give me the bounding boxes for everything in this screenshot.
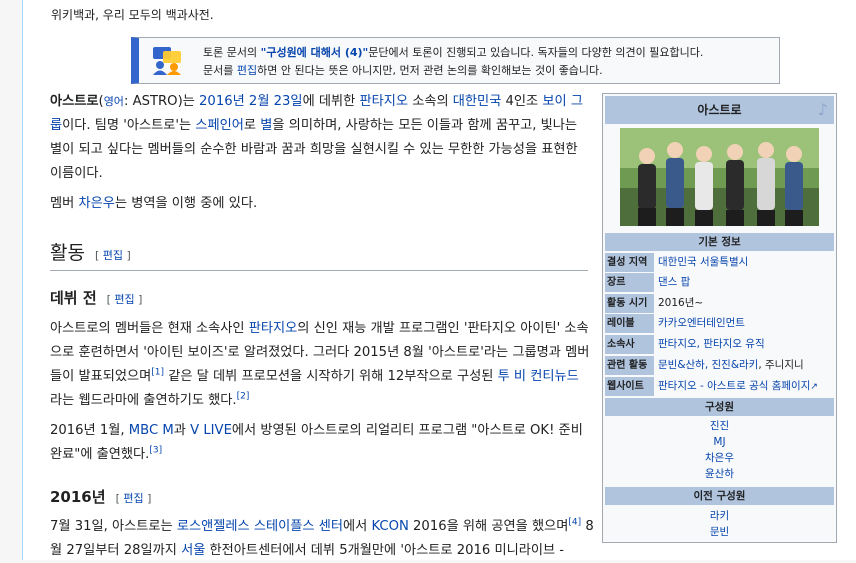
infobox-row-years: 활동 시기 2016년~ bbox=[605, 294, 834, 313]
infobox-row-label: 레이블 카카오엔터테인먼트 bbox=[605, 314, 834, 333]
infobox-basic-info-header: 기본 정보 bbox=[605, 233, 834, 251]
infobox: 아스트로 ♪ 기본 정보 결성 지역 대한민국 서울특별시 장르 댄스 팝 활동… bbox=[602, 93, 837, 543]
member-link[interactable]: 진진 bbox=[605, 418, 834, 434]
english-link[interactable]: 영어 bbox=[104, 95, 124, 108]
article-content: 위키백과, 우리 모두의 백과사전. 토론 문서의 "구성원에 대해서 (4)"… bbox=[22, 0, 856, 560]
korea-link[interactable]: 대한민국 bbox=[453, 94, 502, 109]
infobox-former-members-header: 이전 구성원 bbox=[605, 487, 834, 505]
infobox-former-members-list: 라키 문빈 bbox=[605, 508, 834, 540]
section-heading-predebut: 데뷔 전[ 편집 ] bbox=[50, 289, 143, 307]
mbc-m-link[interactable]: MBC M bbox=[129, 423, 174, 438]
reality-show-paragraph: 2016년 1월, MBC M과 V LIVE에서 방영된 아스트로의 리얼리티… bbox=[50, 423, 583, 462]
infobox-members-list: 진진 MJ 차은우 윤산하 bbox=[605, 418, 834, 482]
reference-1[interactable]: [1] bbox=[151, 368, 164, 378]
debut-date-link[interactable]: 2016년 2월 23일 bbox=[199, 94, 303, 109]
edit-section-predebut[interactable]: [ 편집 ] bbox=[107, 293, 143, 306]
fantagio-link-2[interactable]: 판타지오 bbox=[249, 321, 298, 336]
group-photo[interactable] bbox=[620, 128, 819, 226]
seoul-link[interactable]: 서울 bbox=[181, 543, 205, 558]
military-paragraph: 멤버 차은우는 병역을 이행 중에 있다. bbox=[50, 196, 258, 211]
article-subject: 아스트로 bbox=[50, 94, 99, 109]
section-heading-activity: 활동[ 편집 ] bbox=[50, 238, 588, 271]
fantagio-link[interactable]: 판타지오 bbox=[359, 94, 408, 109]
star-link[interactable]: 별 bbox=[260, 118, 272, 133]
spanish-link[interactable]: 스페인어 bbox=[195, 118, 244, 133]
infobox-members-header: 구성원 bbox=[605, 398, 834, 416]
infobox-row-website: 웹사이트 판타지오 - 아스트로 공식 홈페이지↗ bbox=[605, 377, 834, 396]
former-member-link[interactable]: 라키 bbox=[605, 508, 834, 524]
infobox-row-associated: 관련 활동 문빈&산하, 진진&라키, 주니지니 bbox=[605, 356, 834, 375]
to-be-continued-link[interactable]: 투 비 컨티뉴드 bbox=[498, 369, 579, 384]
intro-paragraph: 아스트로(영어: ASTRO)는 2016년 2월 23일에 데뷔한 판타지오 … bbox=[50, 94, 583, 181]
member-link[interactable]: 차은우 bbox=[605, 450, 834, 466]
infobox-row-agency: 소속사 판타지오, 판타지오 유직 bbox=[605, 335, 834, 354]
kcon-link[interactable]: KCON bbox=[371, 519, 408, 534]
music-note-icon: ♪ bbox=[817, 100, 828, 119]
predebut-paragraph: 아스트로의 멤버들은 현재 소속사인 판타지오의 신인 재능 개발 프로그램인 … bbox=[50, 321, 590, 408]
talk-section-link[interactable]: "구성원에 대해서 (4)" bbox=[261, 46, 369, 59]
reference-2[interactable]: [2] bbox=[237, 392, 250, 402]
reference-4[interactable]: [4] bbox=[568, 518, 581, 528]
external-link-icon: ↗ bbox=[810, 382, 818, 392]
infobox-row-genre: 장르 댄스 팝 bbox=[605, 273, 834, 292]
infobox-title: 아스트로 ♪ bbox=[605, 96, 834, 124]
infobox-row-origin: 결성 지역 대한민국 서울특별시 bbox=[605, 253, 834, 272]
left-sidebar bbox=[0, 0, 22, 560]
discussion-notice: 토론 문서의 "구성원에 대해서 (4)"문단에서 토론이 진행되고 있습니다.… bbox=[131, 37, 780, 84]
discussion-icon bbox=[151, 46, 183, 76]
former-member-link[interactable]: 문빈 bbox=[605, 524, 834, 540]
v-live-link[interactable]: V LIVE bbox=[190, 423, 232, 438]
edit-link[interactable]: 편집 bbox=[237, 64, 257, 77]
site-tagline: 위키백과, 우리 모두의 백과사전. bbox=[51, 8, 214, 22]
staples-center-link[interactable]: 로스앤젤레스 스테이플스 센터 bbox=[177, 519, 343, 534]
member-link[interactable]: 윤산하 bbox=[605, 466, 834, 482]
edit-section-activity[interactable]: [ 편집 ] bbox=[95, 249, 131, 262]
reference-3[interactable]: [3] bbox=[149, 446, 162, 456]
section-heading-2016: 2016년[ 편집 ] bbox=[50, 488, 152, 506]
edit-section-2016[interactable]: [ 편집 ] bbox=[116, 492, 152, 505]
member-link[interactable]: MJ bbox=[605, 434, 834, 450]
kcon-paragraph: 7월 31일, 아스트로는 로스앤젤레스 스테이플스 센터에서 KCON 201… bbox=[50, 517, 594, 558]
cha-eunwoo-link[interactable]: 차은우 bbox=[78, 196, 114, 211]
notice-text: 토론 문서의 "구성원에 대해서 (4)"문단에서 토론이 진행되고 있습니다.… bbox=[203, 46, 704, 77]
